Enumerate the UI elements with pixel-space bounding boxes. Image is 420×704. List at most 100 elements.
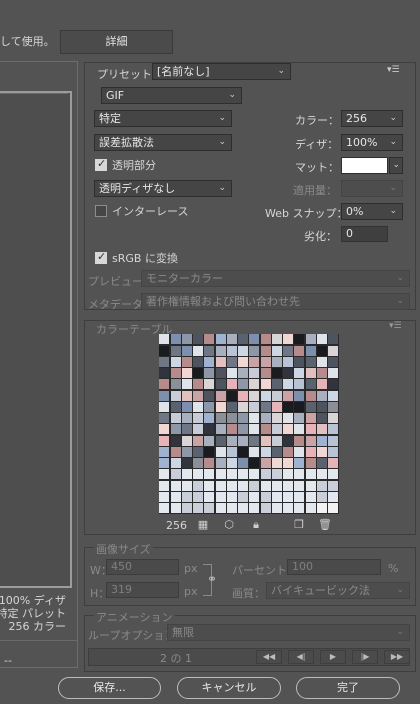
color-swatch[interactable]	[238, 503, 248, 513]
amount-select[interactable]: ⌄	[341, 180, 403, 197]
color-swatch[interactable]	[159, 435, 170, 446]
color-swatch[interactable]	[260, 424, 271, 435]
metadata-select[interactable]: 著作権情報および問い合わせ先 ⌄	[141, 293, 410, 310]
color-swatch[interactable]	[271, 503, 282, 513]
format-select[interactable]: GIF ⌄	[101, 87, 242, 104]
color-swatch[interactable]	[170, 469, 181, 480]
color-swatch[interactable]	[271, 356, 282, 367]
color-swatch[interactable]	[204, 345, 215, 356]
detail-button[interactable]: 詳細	[60, 30, 173, 54]
color-swatch[interactable]	[170, 446, 181, 457]
color-swatch[interactable]	[316, 469, 327, 480]
color-swatch[interactable]	[260, 446, 271, 457]
color-swatch[interactable]	[316, 458, 327, 468]
matte-color-swatch[interactable]	[341, 157, 388, 174]
color-swatch[interactable]	[328, 334, 338, 345]
color-swatch[interactable]	[193, 424, 203, 435]
color-swatch[interactable]	[283, 390, 293, 401]
color-swatch[interactable]	[283, 469, 293, 480]
color-swatch[interactable]	[271, 469, 282, 480]
dither-algorithm-select[interactable]: 誤差拡散法 ⌄	[94, 134, 232, 151]
color-swatch[interactable]	[238, 491, 248, 502]
color-swatch[interactable]	[260, 480, 271, 491]
lossy-input[interactable]: 0	[341, 226, 388, 242]
color-swatch[interactable]	[159, 413, 170, 423]
matte-dropdown[interactable]: ⌄	[389, 157, 403, 174]
color-swatch[interactable]	[271, 480, 282, 491]
color-swatch[interactable]	[328, 379, 338, 390]
color-swatch[interactable]	[181, 491, 192, 502]
color-swatch[interactable]	[316, 356, 327, 367]
color-swatch[interactable]	[271, 379, 282, 390]
color-swatch[interactable]	[316, 379, 327, 390]
color-swatch[interactable]	[260, 334, 271, 345]
color-swatch[interactable]	[305, 480, 316, 491]
transparency-checkbox[interactable]	[95, 157, 107, 171]
srgb-checkbox[interactable]	[95, 250, 107, 264]
color-swatch[interactable]	[170, 401, 181, 412]
color-swatch[interactable]	[271, 424, 282, 435]
color-swatch[interactable]	[283, 435, 293, 446]
color-swatch[interactable]	[170, 368, 181, 378]
color-swatch[interactable]	[249, 424, 260, 435]
link-icon[interactable]: ⚭	[207, 572, 217, 586]
color-swatch[interactable]	[260, 390, 271, 401]
color-swatch[interactable]	[226, 469, 237, 480]
color-swatch[interactable]	[226, 435, 237, 446]
color-swatch[interactable]	[294, 379, 305, 390]
color-swatch[interactable]	[305, 435, 316, 446]
color-swatch[interactable]	[294, 356, 305, 367]
color-swatch[interactable]	[305, 401, 316, 412]
color-swatch[interactable]	[159, 480, 170, 491]
color-swatch[interactable]	[249, 368, 260, 378]
color-swatch[interactable]	[316, 424, 327, 435]
color-swatch[interactable]	[283, 458, 293, 468]
color-swatch[interactable]	[328, 480, 338, 491]
color-swatch[interactable]	[328, 401, 338, 412]
color-swatch[interactable]	[316, 503, 327, 513]
web-shift-icon[interactable]: ⬡	[222, 519, 236, 532]
color-swatch[interactable]	[226, 503, 237, 513]
color-swatch[interactable]	[305, 345, 316, 356]
color-swatch[interactable]	[249, 503, 260, 513]
color-swatch[interactable]	[316, 480, 327, 491]
color-swatch[interactable]	[204, 446, 215, 457]
color-swatch[interactable]	[193, 334, 203, 345]
color-swatch[interactable]	[193, 401, 203, 412]
color-swatch[interactable]	[305, 379, 316, 390]
color-swatch[interactable]	[215, 368, 226, 378]
color-swatch[interactable]	[181, 435, 192, 446]
color-swatch[interactable]	[283, 491, 293, 502]
color-swatch[interactable]	[283, 334, 293, 345]
color-swatch[interactable]	[249, 458, 260, 468]
color-swatch[interactable]	[271, 413, 282, 423]
color-swatch[interactable]	[181, 401, 192, 412]
color-swatch[interactable]	[159, 379, 170, 390]
color-swatch[interactable]	[193, 413, 203, 423]
color-swatch[interactable]	[181, 458, 192, 468]
color-swatch[interactable]	[260, 503, 271, 513]
color-swatch[interactable]	[294, 334, 305, 345]
color-swatch[interactable]	[294, 413, 305, 423]
color-swatch[interactable]	[283, 368, 293, 378]
color-swatch[interactable]	[193, 379, 203, 390]
color-swatch[interactable]	[249, 480, 260, 491]
color-swatch[interactable]	[170, 356, 181, 367]
color-swatch[interactable]	[283, 345, 293, 356]
color-swatch[interactable]	[294, 390, 305, 401]
reduction-select[interactable]: 特定 ⌄	[94, 110, 232, 127]
color-swatch[interactable]	[238, 379, 248, 390]
quality-select[interactable]: バイキュービック法 ⌄	[266, 582, 410, 599]
color-swatch[interactable]	[260, 413, 271, 423]
color-swatch[interactable]	[204, 334, 215, 345]
color-swatch[interactable]	[294, 368, 305, 378]
color-swatch[interactable]	[193, 356, 203, 367]
prev-frame-button[interactable]: ◀|	[288, 650, 314, 664]
lock-icon[interactable]: 🔒︎	[249, 519, 263, 532]
color-swatch[interactable]	[328, 458, 338, 468]
color-swatch[interactable]	[215, 356, 226, 367]
height-input[interactable]: 319	[106, 582, 179, 598]
color-swatch[interactable]	[328, 435, 338, 446]
color-swatch[interactable]	[316, 345, 327, 356]
color-swatch[interactable]	[294, 480, 305, 491]
